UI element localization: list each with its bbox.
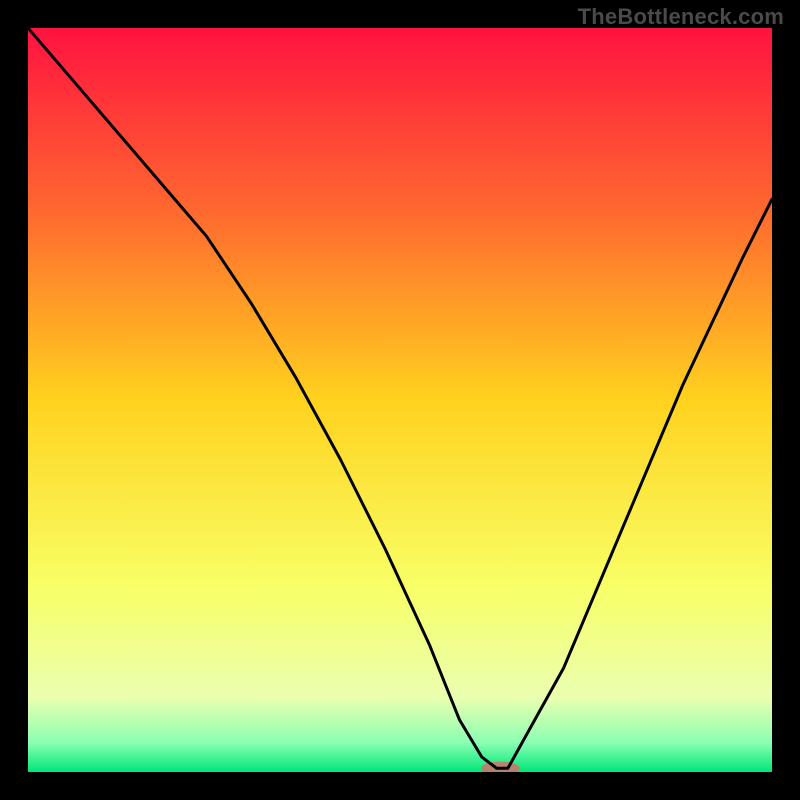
- chart-svg: [28, 28, 772, 772]
- gradient-background: [28, 28, 772, 772]
- plot-area: [28, 28, 772, 772]
- chart-frame: TheBottleneck.com: [0, 0, 800, 800]
- watermark-text: TheBottleneck.com: [578, 4, 784, 30]
